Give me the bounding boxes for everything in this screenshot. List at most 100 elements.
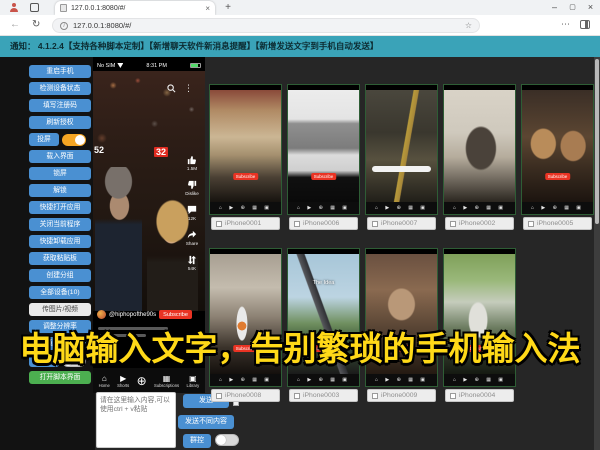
share-button[interactable]: Share bbox=[186, 230, 198, 246]
device-screen-3[interactable] bbox=[365, 84, 438, 215]
device-label-6[interactable]: iPhone0008 bbox=[211, 389, 280, 402]
sidebar-button-all-devices[interactable]: 全部设备(10) bbox=[29, 286, 91, 299]
sidebar-button-quick-uninstall-app[interactable]: 快捷卸载应用 bbox=[29, 235, 91, 248]
device-checkbox[interactable] bbox=[294, 393, 300, 399]
device-label-4[interactable]: iPhone0002 bbox=[445, 217, 514, 230]
like-button[interactable]: 1.5M bbox=[187, 155, 197, 171]
thumb-down-icon bbox=[187, 180, 197, 190]
tab-favicon-icon bbox=[60, 4, 67, 12]
action-rail: 1.5M Dislike 12K Share 54K bbox=[182, 155, 202, 271]
browser-tab[interactable]: 127.0.0.1:8080/#/ × bbox=[55, 1, 215, 15]
browser-addressbar: ← ↻ i 127.0.0.1:8080/#/ ☆ ⋯ bbox=[0, 15, 600, 36]
device-checkbox[interactable] bbox=[216, 393, 222, 399]
device-label-5[interactable]: iPhone0005 bbox=[523, 217, 592, 230]
overlay-caption: 电脑输入文字，告别繁琐的手机输入法 bbox=[0, 322, 600, 370]
new-tab-button[interactable]: + bbox=[222, 2, 234, 14]
nav-library[interactable]: ▣Library bbox=[186, 374, 199, 388]
screen-cast-toggle[interactable] bbox=[62, 134, 86, 146]
dislike-button[interactable]: Dislike bbox=[185, 180, 199, 196]
sidebar-button-quick-open-app[interactable]: 快捷打开应用 bbox=[29, 201, 91, 214]
group-control-button[interactable]: 群控 bbox=[183, 434, 211, 448]
site-info-icon[interactable]: i bbox=[60, 22, 68, 30]
scrollbar-thumb[interactable] bbox=[595, 59, 599, 224]
battery-icon bbox=[190, 63, 201, 68]
browser-profile-icon[interactable] bbox=[9, 3, 18, 12]
sidebar-button-screen-cast[interactable]: 投屏 bbox=[29, 133, 59, 146]
mini-phone-bottom-nav bbox=[288, 374, 359, 386]
nav-subscriptions[interactable]: ▦Subscriptions bbox=[154, 374, 179, 388]
remix-icon bbox=[187, 255, 197, 265]
url-field[interactable]: i 127.0.0.1:8080/#/ ☆ bbox=[52, 18, 480, 33]
sidebar-button-create-group[interactable]: 创建分组 bbox=[29, 269, 91, 282]
sidebar-button-open-script-ui[interactable]: 打开脚本界面 bbox=[29, 371, 91, 384]
sidebar-button-lock-screen[interactable]: 锁屏 bbox=[29, 167, 91, 180]
nav-create[interactable]: ⊕ bbox=[137, 375, 147, 387]
main-phone-bottom-nav: ⌂Home ▶Shorts ⊕ ▦Subscriptions ▣Library bbox=[93, 368, 205, 393]
device-cell: iPhone0007 bbox=[364, 84, 439, 230]
main-phone-statusbar: No SIM 8:31 PM bbox=[93, 61, 205, 70]
remix-button[interactable]: 54K bbox=[187, 255, 197, 271]
channel-avatar[interactable] bbox=[97, 310, 106, 319]
window-maximize-button[interactable]: ▢ bbox=[567, 2, 578, 13]
send-different-content-button[interactable]: 发送不同内容 bbox=[178, 415, 234, 429]
more-menu-icon[interactable]: ⋯ bbox=[561, 19, 570, 30]
status-time: 8:31 PM bbox=[123, 63, 190, 69]
tab-close-icon[interactable]: × bbox=[205, 4, 210, 13]
sidebar-button-refresh-authorization[interactable]: 刷新授权 bbox=[29, 116, 91, 129]
favorites-star-icon[interactable]: ☆ bbox=[465, 21, 472, 30]
message-input[interactable] bbox=[96, 392, 176, 448]
sidebar-button-check-device-status[interactable]: 检测设备状态 bbox=[29, 82, 91, 95]
kebab-menu-icon[interactable]: ⋮ bbox=[184, 83, 193, 94]
device-screen-2[interactable]: Subscribe bbox=[287, 84, 360, 215]
device-checkbox[interactable] bbox=[372, 221, 378, 227]
window-close-button[interactable]: × bbox=[585, 2, 596, 13]
video-figure-man bbox=[95, 167, 142, 311]
group-control-toggle[interactable] bbox=[215, 434, 239, 446]
mini-phone-bottom-nav bbox=[210, 202, 281, 214]
status-no-sim: No SIM bbox=[97, 63, 115, 69]
device-checkbox[interactable] bbox=[216, 221, 222, 227]
browser-sidebar-icon[interactable] bbox=[580, 20, 590, 29]
device-cell: Subscribe iPhone0005 bbox=[520, 84, 595, 230]
sidebar-button-load-interface[interactable]: 载入界面 bbox=[29, 150, 91, 163]
device-screen-5[interactable]: Subscribe bbox=[521, 84, 594, 215]
mini-subscribe-chip: Subscribe bbox=[311, 173, 337, 180]
device-label-9[interactable]: iPhone0004 bbox=[445, 389, 514, 402]
page-scrollbar[interactable] bbox=[594, 57, 600, 450]
channel-handle[interactable]: @hiphopofthe90s bbox=[109, 312, 156, 318]
device-screen-4[interactable] bbox=[443, 84, 516, 215]
back-icon[interactable]: ← bbox=[10, 19, 20, 30]
comments-button[interactable]: 12K bbox=[187, 205, 197, 221]
search-icon[interactable] bbox=[167, 84, 176, 93]
device-label-8[interactable]: iPhone0009 bbox=[367, 389, 436, 402]
device-cell: iPhone0002 bbox=[442, 84, 517, 230]
control-sidebar: 重启手机 检测设备状态 填写注册码 刷新授权 投屏 载入界面 锁屏 解锁 快捷打… bbox=[0, 57, 95, 450]
mini-phone-bottom-nav bbox=[522, 202, 593, 214]
refresh-icon[interactable]: ↻ bbox=[32, 19, 40, 30]
device-label-7[interactable]: iPhone0003 bbox=[289, 389, 358, 402]
shorts-icon: ▶ bbox=[120, 374, 126, 383]
device-label-2[interactable]: iPhone0006 bbox=[289, 217, 358, 230]
sidebar-button-send-media[interactable]: 传图片/视频 bbox=[29, 303, 91, 316]
sidebar-button-unlock[interactable]: 解锁 bbox=[29, 184, 91, 197]
device-checkbox[interactable] bbox=[450, 221, 456, 227]
nav-shorts[interactable]: ▶Shorts bbox=[117, 374, 129, 388]
tab-actions-icon[interactable] bbox=[30, 3, 39, 12]
device-checkbox[interactable] bbox=[372, 393, 378, 399]
device-checkbox[interactable] bbox=[528, 221, 534, 227]
subscribe-button[interactable]: Subscribe bbox=[159, 310, 192, 319]
device-screen-1[interactable]: Subscribe bbox=[209, 84, 282, 215]
device-label-1[interactable]: iPhone0001 bbox=[211, 217, 280, 230]
home-icon: ⌂ bbox=[102, 374, 107, 383]
device-checkbox[interactable] bbox=[294, 221, 300, 227]
window-minimize-button[interactable]: – bbox=[549, 2, 560, 13]
device-checkbox[interactable] bbox=[450, 393, 456, 399]
device-label-3[interactable]: iPhone0007 bbox=[367, 217, 436, 230]
app-window: 127.0.0.1:8080/#/ × + – ▢ × ← ↻ i 127.0.… bbox=[0, 0, 600, 450]
mini-phone-bottom-nav bbox=[366, 202, 437, 214]
sidebar-button-get-clipboard[interactable]: 获取粘贴板 bbox=[29, 252, 91, 265]
sidebar-button-enter-registration-code[interactable]: 填写注册码 bbox=[29, 99, 91, 112]
nav-home[interactable]: ⌂Home bbox=[99, 374, 110, 388]
sidebar-button-close-current-program[interactable]: 关闭当前程序 bbox=[29, 218, 91, 231]
sidebar-button-restart-phone[interactable]: 重启手机 bbox=[29, 65, 91, 78]
